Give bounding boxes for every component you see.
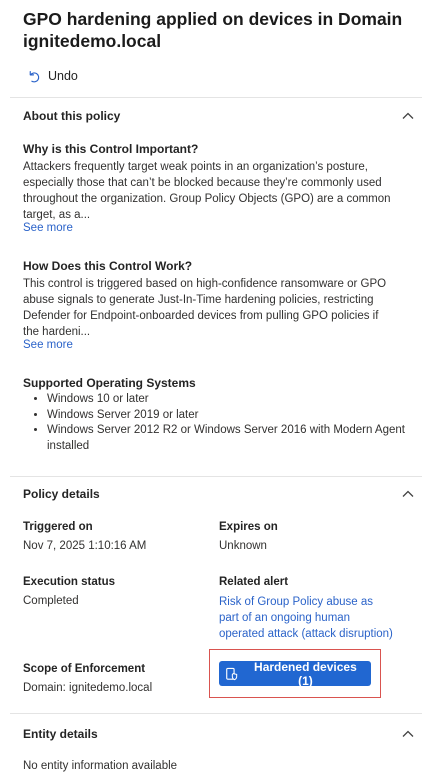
os-list-item: Windows Server 2012 R2 or Windows Server…: [47, 423, 407, 454]
execution-status-value: Completed: [23, 595, 79, 607]
scope-label: Scope of Enforcement: [23, 663, 146, 675]
chevron-up-icon: [402, 112, 414, 119]
page-title: GPO hardening applied on devices in Doma…: [23, 9, 403, 51]
os-list-item: Windows Server 2019 or later: [47, 408, 407, 424]
os-list: Windows 10 or later Windows Server 2019 …: [23, 392, 407, 454]
policy-section-header[interactable]: Policy details: [23, 482, 415, 506]
why-text: Attackers frequently target weak points …: [23, 161, 391, 221]
os-list-item: Windows 10 or later: [47, 392, 407, 408]
expires-label: Expires on: [219, 521, 278, 533]
how-text: This control is triggered based on high-…: [23, 278, 387, 338]
related-alert-link[interactable]: Risk of Group Policy abuse as part of an…: [219, 594, 394, 642]
triggered-label: Triggered on: [23, 521, 93, 533]
triggered-value: Nov 7, 2025 1:10:16 AM: [23, 540, 147, 552]
chevron-up-icon: [402, 730, 414, 737]
divider: [10, 97, 422, 98]
scope-value: Domain: ignitedemo.local: [23, 682, 153, 694]
chevron-up-icon: [402, 490, 414, 497]
divider: [10, 713, 422, 714]
entity-section-title: Entity details: [23, 727, 98, 741]
why-see-more-link[interactable]: See more: [23, 222, 73, 234]
expires-value: Unknown: [219, 540, 267, 552]
undo-icon: [29, 70, 40, 82]
how-see-more-link[interactable]: See more: [23, 339, 73, 351]
related-alert-label: Related alert: [219, 576, 289, 588]
policy-section-title: Policy details: [23, 487, 100, 501]
os-heading: Supported Operating Systems: [23, 376, 196, 390]
how-heading: How Does this Control Work?: [23, 259, 193, 273]
entity-section-header[interactable]: Entity details: [23, 722, 415, 746]
divider: [10, 476, 422, 477]
undo-label: Undo: [48, 69, 78, 83]
entity-empty-text: No entity information available: [23, 760, 178, 772]
about-section-title: About this policy: [23, 109, 121, 123]
about-section-header[interactable]: About this policy: [23, 104, 415, 128]
undo-button[interactable]: Undo: [27, 69, 78, 83]
hardened-devices-button[interactable]: Hardened devices (1): [219, 659, 371, 688]
why-heading: Why is this Control Important?: [23, 142, 199, 156]
hardened-devices-label: Hardened devices (1): [254, 659, 357, 688]
devices-icon: [226, 667, 238, 680]
execution-status-label: Execution status: [23, 576, 116, 588]
